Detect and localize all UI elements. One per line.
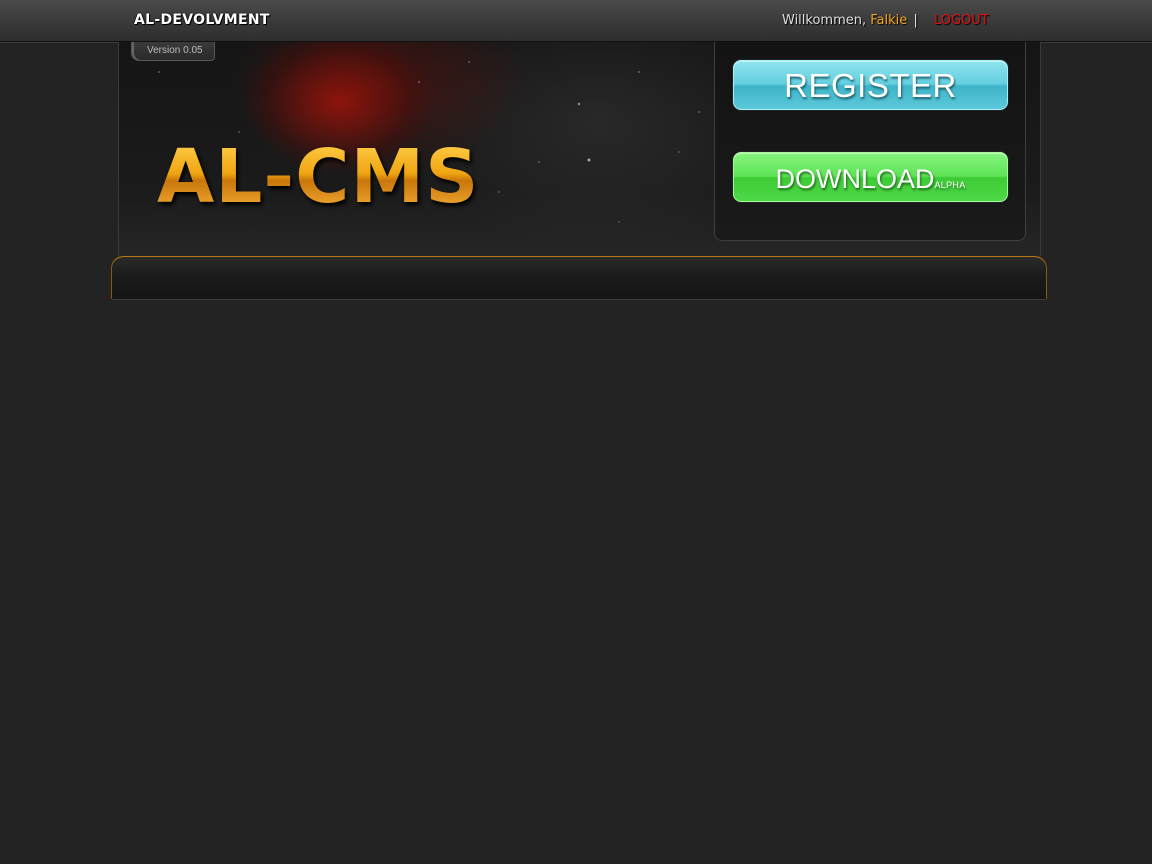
brand-name[interactable]: AL-DEVOLVMENT bbox=[134, 12, 270, 28]
register-button[interactable]: REGISTER bbox=[733, 60, 1008, 110]
download-label: DOWNLOAD bbox=[775, 164, 935, 194]
version-label: Version 0.05 bbox=[147, 45, 203, 56]
logout-link[interactable]: LOGOUT bbox=[934, 13, 989, 28]
separator: | bbox=[913, 13, 918, 28]
welcome-text: Willkommen, bbox=[782, 13, 867, 28]
action-panel: REGISTER DOWNLOADALPHA bbox=[714, 42, 1026, 241]
navigation-bar bbox=[112, 256, 1046, 299]
site-logo: AL-CMS bbox=[157, 134, 480, 220]
username-link[interactable]: Falkie bbox=[870, 13, 907, 28]
download-button[interactable]: DOWNLOADALPHA bbox=[733, 152, 1008, 202]
version-tab: Version 0.05 bbox=[131, 42, 215, 61]
user-bar: Willkommen, Falkie | LOGOUT bbox=[782, 13, 989, 28]
register-label: REGISTER bbox=[784, 67, 957, 104]
top-bar: AL-DEVOLVMENT Willkommen, Falkie | LOGOU… bbox=[0, 0, 1152, 42]
alpha-tag: ALPHA bbox=[934, 180, 966, 190]
